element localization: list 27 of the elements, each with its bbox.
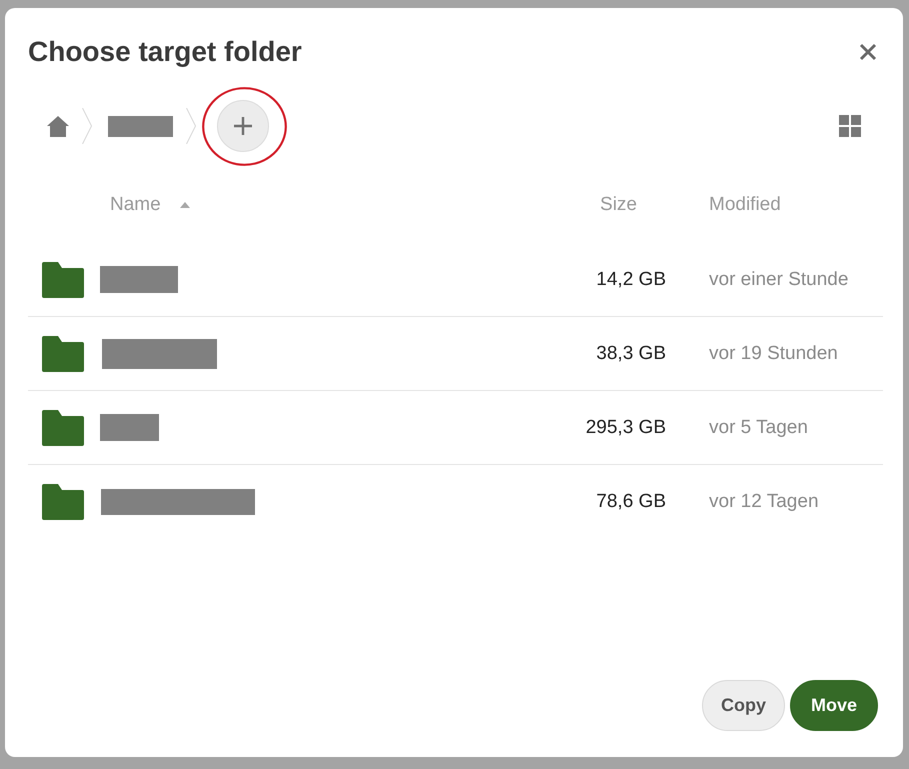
move-button[interactable]: Move (790, 680, 878, 731)
file-size: 295,3 GB (586, 416, 667, 438)
modified-time: vor einer Stunde (709, 268, 850, 290)
folder-icon (42, 484, 84, 520)
dialog-title: Choose target folder (28, 36, 302, 68)
column-header[interactable]: Name (110, 194, 161, 216)
folder-icon (42, 262, 84, 298)
grid-view-icon[interactable] (839, 115, 861, 137)
home-icon[interactable] (47, 116, 69, 136)
column-header[interactable]: Size (600, 194, 637, 216)
copy-button[interactable]: Copy (702, 680, 785, 731)
file-size: 38,3 GB (596, 342, 667, 364)
column-header[interactable]: Modified (709, 194, 781, 215)
chevron-icon (82, 108, 92, 144)
add-folder-button[interactable] (217, 100, 269, 152)
folder-icon (42, 410, 84, 446)
redacted-folder-name[interactable] (108, 116, 173, 136)
modified-time: vor 5 Tagen (709, 416, 809, 438)
chevron-icon (186, 108, 196, 144)
modified-time: vor 19 Stunden (709, 342, 839, 364)
modified-time: vor 12 Tagen (709, 491, 820, 513)
file-size: 78,6 GB (596, 491, 667, 513)
close-icon[interactable] (859, 43, 877, 61)
sort-arrow-icon[interactable] (180, 202, 190, 208)
folder-icon (42, 336, 84, 372)
file-size: 14,2 GB (596, 268, 667, 290)
plus-icon (233, 116, 253, 136)
